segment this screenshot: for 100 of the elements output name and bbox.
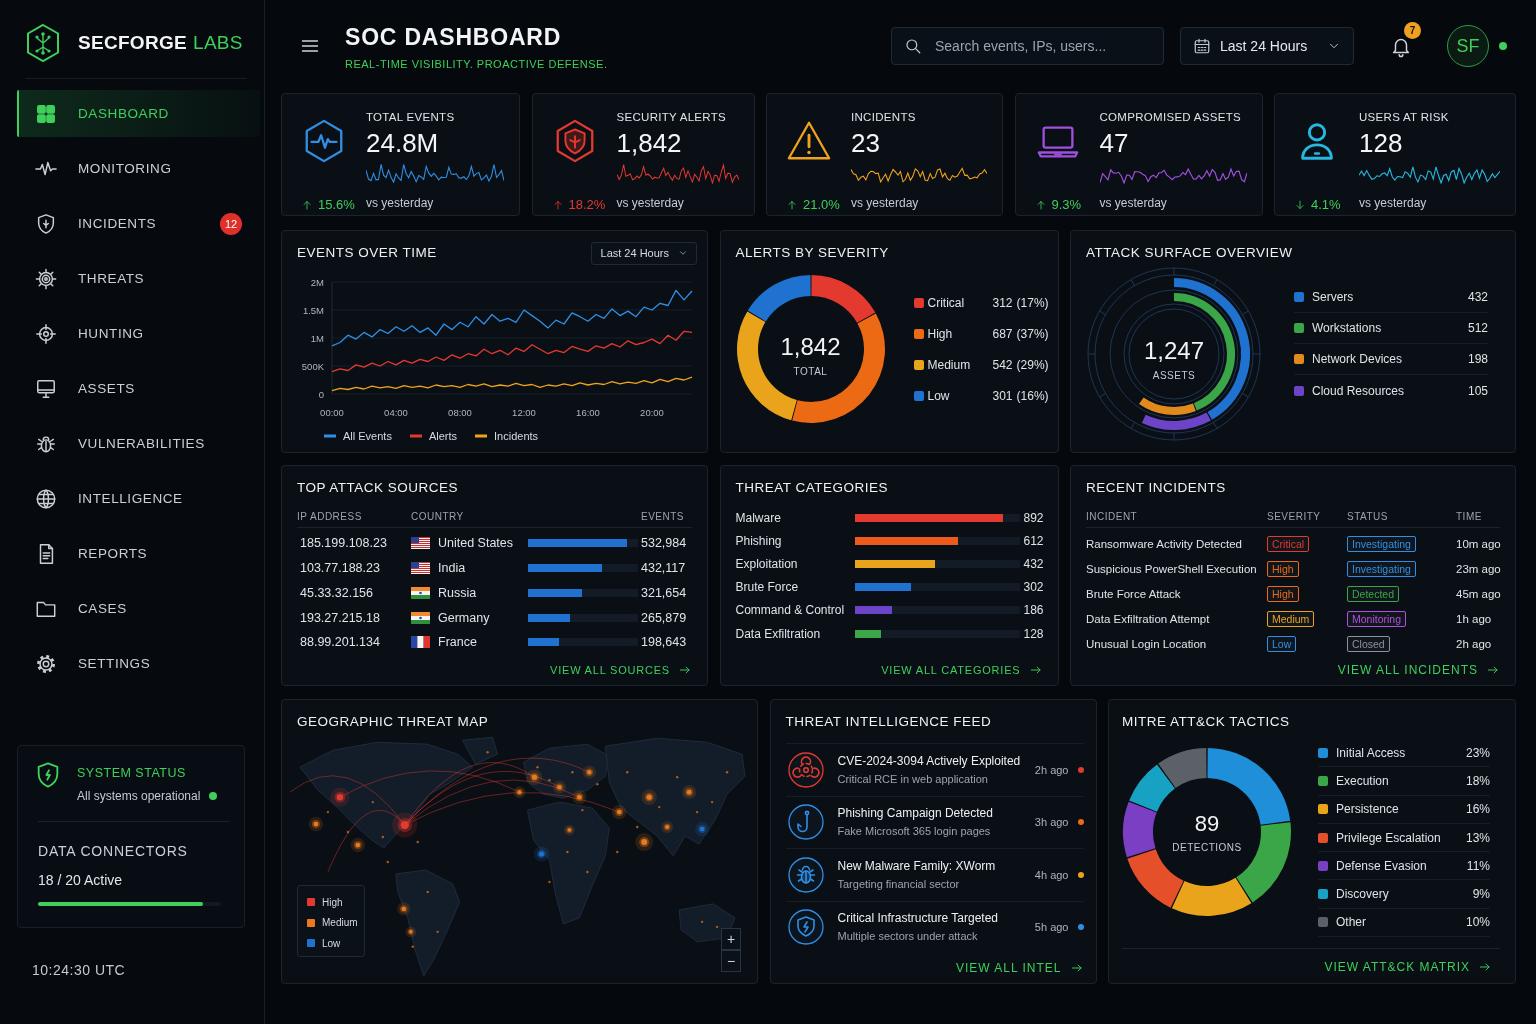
view-all-link[interactable]: VIEW ATT&CK MATRIX bbox=[1324, 957, 1492, 977]
kpi-label: SECURITY ALERTS bbox=[616, 110, 728, 124]
nav-item[interactable]: THREATS bbox=[17, 255, 260, 302]
nav-item[interactable]: DASHBOARD bbox=[17, 90, 260, 137]
legend-label: Cloud Resources bbox=[1312, 383, 1405, 398]
legend-label: Other bbox=[1336, 915, 1366, 930]
legend-share: (16%) bbox=[1016, 388, 1049, 403]
legend-label: Network Devices bbox=[1312, 352, 1403, 366]
page-title: SOC DASHBOARD bbox=[345, 23, 563, 52]
kpi-value: 47 bbox=[1099, 128, 1130, 158]
feed-title: CVE-2024-3094 Actively Exploited bbox=[837, 753, 1021, 769]
chevron-down-icon bbox=[678, 248, 688, 258]
time-range-dropdown[interactable]: Last 24 Hours bbox=[1180, 27, 1354, 65]
kpi-label: USERS AT RISK bbox=[1359, 110, 1450, 124]
panel-title: MITRE ATT&CK TACTICS bbox=[1122, 713, 1291, 731]
severity-tag: High bbox=[1267, 585, 1299, 602]
nav-item[interactable]: INTELLIGENCE bbox=[17, 475, 260, 522]
legend-label: Workstations bbox=[1312, 321, 1382, 335]
column-header: COUNTRY bbox=[411, 511, 465, 523]
page-tagline: REAL-TIME VISIBILITY. PROACTIVE DEFENSE. bbox=[345, 57, 608, 72]
legend-label: All Events bbox=[343, 430, 392, 442]
legend-label: High bbox=[322, 896, 343, 908]
search-field[interactable]: Search events, IPs, users... bbox=[891, 27, 1164, 65]
legend-value: 23% bbox=[1465, 745, 1490, 760]
panel-title: THREAT INTELLIGENCE FEED bbox=[785, 713, 993, 731]
kpi-change: 21.0% bbox=[803, 198, 840, 213]
view-all-link[interactable]: VIEW ALL INCIDENTS bbox=[1337, 660, 1500, 680]
legend-label: Execution bbox=[1336, 773, 1389, 788]
nav-item[interactable]: MONITORING bbox=[17, 145, 260, 192]
panel-title: GEOGRAPHIC THREAT MAP bbox=[297, 713, 490, 731]
feed-time: 5h ago bbox=[1033, 921, 1069, 934]
nav-item[interactable]: REPORTS bbox=[17, 530, 260, 577]
calendar-icon bbox=[1193, 37, 1211, 55]
legend-label: Privilege Escalation bbox=[1336, 830, 1441, 845]
biohazard-icon bbox=[787, 751, 824, 788]
user-avatar[interactable]: SF bbox=[1447, 25, 1489, 67]
zoom-out-button[interactable]: − bbox=[721, 950, 741, 972]
category-count: 892 bbox=[1023, 510, 1044, 525]
nav-item[interactable]: SETTINGS bbox=[17, 640, 260, 687]
legend-count: 542 bbox=[992, 357, 1013, 372]
legend-count: 301 bbox=[992, 388, 1013, 403]
kpi-value: 24.8M bbox=[366, 128, 440, 158]
legend-label: Defense Evasion bbox=[1336, 858, 1427, 873]
panel-title: EVENTS OVER TIME bbox=[297, 244, 437, 262]
category-count: 302 bbox=[1023, 580, 1044, 595]
legend-label: Alerts bbox=[428, 430, 458, 442]
incident-name: Brute Force Attack bbox=[1086, 587, 1182, 600]
category-label: Malware bbox=[735, 510, 782, 525]
nav-item[interactable]: CASES bbox=[17, 585, 260, 632]
event-count: 532,984 bbox=[641, 536, 688, 551]
view-all-link[interactable]: VIEW ALL SOURCES bbox=[550, 660, 692, 680]
incident-time: 2h ago bbox=[1456, 637, 1493, 650]
kpi-change: 4.1% bbox=[1311, 198, 1341, 213]
ip-address: 103.77.188.23 bbox=[299, 561, 381, 576]
zoom-in-button[interactable]: + bbox=[721, 928, 741, 950]
panel-title: TOP ATTACK SOURCES bbox=[297, 479, 460, 497]
status-message: All systems operational bbox=[77, 788, 201, 804]
category-label: Data Exfiltration bbox=[735, 626, 822, 641]
legend-count: 312 bbox=[992, 295, 1013, 310]
status-tag: Monitoring bbox=[1347, 610, 1407, 627]
incident-time: 10m ago bbox=[1456, 537, 1501, 550]
notification-count: 12 bbox=[220, 212, 242, 235]
legend-share: (37%) bbox=[1016, 326, 1049, 341]
shield-icon bbox=[35, 212, 57, 235]
incident-name: Suspicious PowerShell Execution bbox=[1086, 562, 1258, 575]
kpi-comparison: vs yesterday bbox=[851, 195, 920, 212]
legend-label: Incidents bbox=[494, 430, 539, 442]
kpi-value: 128 bbox=[1359, 128, 1404, 158]
kpi-value: 1,842 bbox=[616, 128, 683, 158]
nav-item[interactable]: HUNTING bbox=[17, 310, 260, 357]
legend-label: Medium bbox=[322, 917, 358, 929]
legend-value: 16% bbox=[1465, 802, 1490, 817]
legend-value: 9% bbox=[1472, 887, 1490, 902]
incident-time: 45m ago bbox=[1456, 587, 1501, 600]
total-label: ASSETS bbox=[1152, 369, 1196, 383]
connectors-count: 18 / 20 Active bbox=[38, 871, 124, 889]
axis-label: 20:00 bbox=[640, 407, 664, 418]
panel-title: ALERTS BY SEVERITY bbox=[735, 244, 890, 262]
feed-subtitle: Multiple sectors under attack bbox=[837, 929, 979, 944]
axis-label: 08:00 bbox=[448, 407, 472, 418]
connectors-title: DATA CONNECTORS bbox=[38, 842, 189, 860]
view-all-link[interactable]: VIEW ALL CATEGORIES bbox=[881, 660, 1043, 680]
nav-item[interactable]: INCIDENTS 12 bbox=[17, 200, 260, 247]
nav-item[interactable]: ASSETS bbox=[17, 365, 260, 412]
status-title: SYSTEM STATUS bbox=[77, 765, 187, 781]
incident-time: 23m ago bbox=[1456, 562, 1501, 575]
category-count: 128 bbox=[1023, 626, 1044, 641]
nav-item[interactable]: VULNERABILITIES bbox=[17, 420, 260, 467]
column-header: TIME bbox=[1456, 511, 1483, 523]
legend-value: 432 bbox=[1467, 290, 1488, 304]
feed-time: 3h ago bbox=[1033, 816, 1069, 829]
axis-label: 500K bbox=[301, 360, 324, 372]
ip-address: 45.33.32.156 bbox=[299, 585, 374, 600]
ip-address: 88.99.201.134 bbox=[299, 635, 381, 650]
view-all-link[interactable]: VIEW ALL INTEL bbox=[955, 958, 1084, 978]
time-range-dropdown[interactable]: Last 24 Hours bbox=[590, 241, 697, 265]
country-name: France bbox=[438, 635, 477, 650]
column-header: SEVERITY bbox=[1267, 511, 1322, 523]
panel-title: RECENT INCIDENTS bbox=[1086, 479, 1227, 497]
legend-label: Medium bbox=[927, 357, 972, 372]
